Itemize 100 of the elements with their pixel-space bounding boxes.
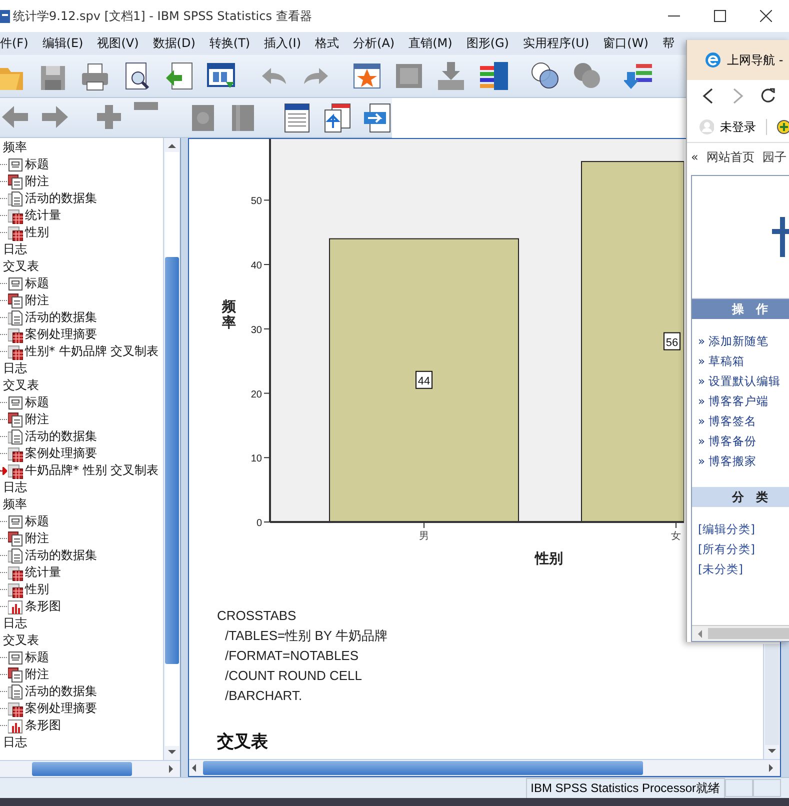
scrollbar-thumb[interactable] <box>708 628 789 639</box>
outline-item[interactable]: 附注 <box>25 530 49 547</box>
outline-item[interactable]: 性别 <box>25 581 49 598</box>
outline-item[interactable]: 案例处理摘要 <box>25 326 97 343</box>
outline-item[interactable]: 标题 <box>25 275 49 292</box>
outline-item[interactable]: 活动的数据集 <box>25 683 97 700</box>
horizontal-scrollbar[interactable] <box>692 625 789 641</box>
browser-tab[interactable]: 上网导航 - <box>687 40 789 80</box>
sidebar-link[interactable]: » 添加新随笔 <box>698 331 789 351</box>
outline-item[interactable]: 活动的数据集 <box>25 428 97 445</box>
scrollbar-thumb[interactable] <box>165 257 179 664</box>
outline-item[interactable]: 性别 <box>25 224 49 241</box>
toolbar-button[interactable] <box>282 102 312 134</box>
notes-page-icon <box>8 666 23 682</box>
document-icon <box>8 190 23 206</box>
outline-item[interactable]: 案例处理摘要 <box>25 445 97 462</box>
back-icon[interactable] <box>701 87 715 105</box>
outline-item[interactable]: 性别* 牛奶品牌 交叉制表 <box>25 343 159 360</box>
table-page-icon <box>8 208 23 224</box>
bookmark-link[interactable]: 网站首页 <box>706 148 754 166</box>
minus-icon <box>134 102 158 110</box>
toolbar-button[interactable] <box>478 60 508 92</box>
scrollbar-thumb[interactable] <box>32 762 132 776</box>
menu-item[interactable]: 编辑(E) <box>36 35 92 52</box>
sidebar-link[interactable]: » 博客搬家 <box>698 451 789 471</box>
outline-item[interactable]: 条形图 <box>25 598 61 615</box>
section-heading: 交叉表 <box>216 731 269 753</box>
bookmark-link[interactable]: 园子 <box>762 148 786 166</box>
axis-tick-label: 30 <box>250 324 262 336</box>
login-link[interactable]: 未登录 <box>720 118 756 136</box>
table-page-icon <box>8 462 23 478</box>
outline-item[interactable]: 交叉表 <box>0 377 163 394</box>
menu-item[interactable]: 转换(T) <box>203 35 258 52</box>
sidebar-link[interactable]: » 设置默认编辑 <box>698 371 789 391</box>
outline-item[interactable]: 附注 <box>25 292 49 309</box>
sidebar-link[interactable]: [所有分类] <box>698 539 789 559</box>
notes-page-icon <box>8 530 23 546</box>
outline-item[interactable]: 活动的数据集 <box>25 190 97 207</box>
outline-item[interactable]: 活动的数据集 <box>25 309 97 326</box>
outline-item[interactable]: 交叉表 <box>0 258 163 275</box>
menu-item[interactable]: 图形(G) <box>460 35 517 52</box>
refresh-icon[interactable] <box>761 87 775 105</box>
vertical-scrollbar[interactable] <box>163 138 180 760</box>
outline-item[interactable]: 条形图 <box>25 717 61 734</box>
outline-item[interactable]: 附注 <box>25 411 49 428</box>
outline-item[interactable]: 标题 <box>25 649 49 666</box>
menu-item[interactable]: 件(F) <box>0 35 36 52</box>
outline-item[interactable]: 牛奶品牌* 性别 交叉制表 <box>25 462 159 479</box>
axis-tick-label: 女 <box>671 531 681 542</box>
syntax-line: CROSSTABS <box>217 607 296 625</box>
sidebar-link[interactable]: [未分类] <box>698 559 789 579</box>
menu-item[interactable]: 视图(V) <box>91 35 147 52</box>
outline-item[interactable]: 活动的数据集 <box>25 547 97 564</box>
toolbar-button[interactable] <box>164 60 194 92</box>
outline-item[interactable]: 标题 <box>25 394 49 411</box>
sidebar-link[interactable]: » 博客备份 <box>698 431 789 451</box>
outline-item[interactable]: 统计量 <box>25 207 61 224</box>
bookmarks-chevron[interactable]: « <box>691 150 698 164</box>
outline-item[interactable]: 附注 <box>25 173 49 190</box>
outline-item[interactable]: 日志 <box>0 479 163 496</box>
menu-item[interactable]: 实用程序(U) <box>516 35 598 52</box>
sidebar-link[interactable]: » 草稿箱 <box>698 351 789 371</box>
sidebar-link[interactable]: » 博客签名 <box>698 411 789 431</box>
menu-item[interactable]: 插入(I) <box>258 35 310 52</box>
add-icon[interactable] <box>776 120 789 134</box>
window-title: 统计学9.12.spv [文档1] - IBM SPSS Statistics 查看器 <box>13 8 312 24</box>
vertical-scrollbar[interactable] <box>763 644 780 759</box>
axis-tick-label: 10 <box>250 454 262 465</box>
table-page-icon <box>8 582 23 598</box>
outline-item[interactable]: 日志 <box>0 360 163 377</box>
outline-item[interactable]: 日志 <box>0 615 163 632</box>
sidebar-link[interactable]: [编辑分类] <box>698 519 789 539</box>
document-icon <box>8 548 23 564</box>
scrollbar-thumb[interactable] <box>203 761 643 775</box>
sidebar-link[interactable]: » 博客客户端 <box>698 391 789 411</box>
menu-item[interactable]: 格式 <box>309 35 348 52</box>
menu-item[interactable]: 窗口(W) <box>597 35 656 52</box>
menu-item[interactable]: 帮 <box>656 35 682 52</box>
toolbar-button[interactable] <box>362 102 392 134</box>
outline-item[interactable]: 案例处理摘要 <box>25 700 97 717</box>
forward-icon[interactable] <box>731 87 745 105</box>
horizontal-scrollbar[interactable] <box>189 759 780 776</box>
outline-item[interactable]: 标题 <box>25 513 49 530</box>
menu-item[interactable]: 数据(D) <box>146 35 204 52</box>
syntax-line: /TABLES=性别 BY 牛奶品牌 <box>224 627 388 645</box>
outline-item[interactable]: 标题 <box>25 156 49 173</box>
outline-item[interactable]: 频率 <box>0 496 163 513</box>
outline-item[interactable]: 日志 <box>0 734 163 751</box>
outline-item[interactable]: 频率 <box>0 139 163 156</box>
menu-item[interactable]: 分析(A) <box>347 35 403 52</box>
table-page-icon <box>8 700 23 716</box>
outline-item[interactable]: 交叉表 <box>0 632 163 649</box>
toolbar-button[interactable] <box>322 102 352 134</box>
document-icon <box>8 428 23 444</box>
outline-item[interactable]: 附注 <box>25 666 49 683</box>
outline-item[interactable]: 统计量 <box>25 564 61 581</box>
menu-item[interactable]: 直销(M) <box>402 35 460 52</box>
horizontal-scrollbar[interactable] <box>0 760 180 777</box>
close-icon <box>760 10 772 22</box>
outline-item[interactable]: 日志 <box>0 241 163 258</box>
